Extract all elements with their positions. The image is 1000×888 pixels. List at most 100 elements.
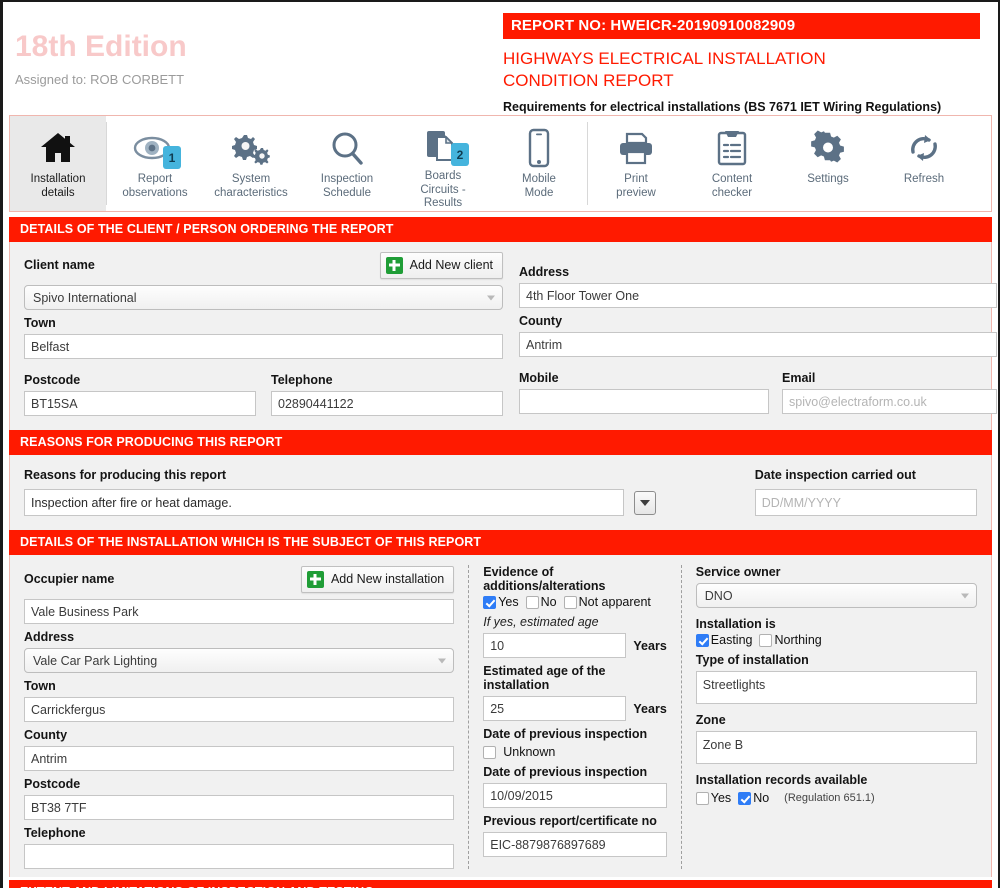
tab-label: Report observations xyxy=(119,173,190,200)
boards-circuits-icon: 2 xyxy=(421,126,465,167)
installation-county-input[interactable]: Antrim xyxy=(24,746,454,771)
prev-inspection-unknown-text: Unknown xyxy=(503,745,555,759)
tab-mobile-mode[interactable]: Mobile Mode xyxy=(491,116,587,211)
client-name-select[interactable]: Spivo International xyxy=(24,285,503,310)
checkbox-icon[interactable] xyxy=(483,746,496,759)
tab-label-line2: checker xyxy=(712,187,752,201)
reasons-dropdown-button[interactable] xyxy=(634,491,656,515)
installation-address-select[interactable]: Vale Car Park Lighting xyxy=(24,648,454,673)
prev-inspection-date-label: Date of previous inspection xyxy=(483,765,667,779)
add-new-installation-label: Add New installation xyxy=(331,572,444,586)
evidence-option-not-apparent[interactable]: Not apparent xyxy=(564,595,651,609)
checkbox-icon[interactable] xyxy=(759,634,772,647)
evidence-option-yes-label: Yes xyxy=(498,595,518,609)
installation-is-easting-label: Easting xyxy=(711,633,753,647)
installation-county-value: Antrim xyxy=(31,752,67,766)
main-toolbar: Installation details 1 Report observatio… xyxy=(9,115,992,212)
tab-label-line1: Mobile xyxy=(522,173,556,187)
prev-inspection-date-input[interactable]: 10/09/2015 xyxy=(483,783,667,808)
tab-settings[interactable]: Settings xyxy=(780,116,876,211)
section-header-client: DETAILS OF THE CLIENT / PERSON ORDERING … xyxy=(9,217,992,242)
header-right: REPORT NO: HWEICR-20190910082909 HIGHWAY… xyxy=(503,13,980,114)
records-available-no[interactable]: No xyxy=(738,791,769,805)
checkbox-icon[interactable] xyxy=(696,792,709,805)
tab-system-characteristics[interactable]: System characteristics xyxy=(203,116,299,211)
tab-refresh[interactable]: Refresh xyxy=(876,116,972,211)
checkbox-icon[interactable] xyxy=(483,596,496,609)
records-available-options: Yes No (Regulation 651.1) xyxy=(696,791,977,805)
if-yes-estimated-age-label: If yes, estimated age xyxy=(483,615,667,629)
add-new-client-button[interactable]: Add New client xyxy=(380,252,503,279)
chevron-down-icon xyxy=(640,500,650,506)
prev-inspection-unknown-label: Date of previous inspection xyxy=(483,727,667,741)
records-available-label: Installation records available xyxy=(696,773,977,787)
section-header-extent: EXTENT AND LIMITATIONS OF INSPECTION AND… xyxy=(9,880,992,888)
tab-label: Boards Circuits - Results xyxy=(417,170,468,211)
occupier-name-input[interactable]: Vale Business Park xyxy=(24,599,454,624)
installation-telephone-input[interactable] xyxy=(24,844,454,869)
type-of-installation-input[interactable]: Streetlights xyxy=(696,671,977,704)
client-county-input[interactable]: Antrim xyxy=(519,332,997,357)
tab-label-line1: Settings xyxy=(807,173,849,187)
client-email-label: Email xyxy=(782,371,997,385)
client-telephone-input[interactable]: 02890441122 xyxy=(271,391,503,416)
client-mobile-input[interactable] xyxy=(519,389,769,414)
add-new-installation-button[interactable]: Add New installation xyxy=(301,566,454,593)
client-postcode-value: BT15SA xyxy=(31,397,78,411)
tab-label-line2: Circuits - xyxy=(420,184,465,198)
client-address-input[interactable]: 4th Floor Tower One xyxy=(519,283,997,308)
tab-inspection-schedule[interactable]: Inspection Schedule xyxy=(299,116,395,211)
magnifier-icon xyxy=(328,126,366,170)
records-available-yes-label: Yes xyxy=(711,791,731,805)
prev-certificate-no-input[interactable]: EIC-8879876897689 xyxy=(483,832,667,857)
evidence-option-yes[interactable]: Yes xyxy=(483,595,518,609)
checkbox-icon[interactable] xyxy=(696,634,709,647)
checkbox-icon[interactable] xyxy=(738,792,751,805)
chevron-down-icon xyxy=(438,658,446,663)
tab-label-line2: Mode xyxy=(522,187,556,201)
tab-label-line2: details xyxy=(31,187,86,201)
checkbox-icon[interactable] xyxy=(564,596,577,609)
chevron-down-icon xyxy=(961,593,969,598)
evidence-additions-label: Evidence of additions/alterations xyxy=(483,565,667,593)
estimated-age-input[interactable]: 25 xyxy=(483,696,626,721)
tab-print-preview[interactable]: Print preview xyxy=(588,116,684,211)
tab-label: Settings xyxy=(804,173,852,187)
installation-panel: Occupier name Add New installation Vale … xyxy=(9,555,992,877)
tab-label: Refresh xyxy=(901,173,947,187)
prev-inspection-unknown-option[interactable]: Unknown xyxy=(483,745,555,759)
reasons-input[interactable]: Inspection after fire or heat damage. xyxy=(24,489,624,516)
client-county-label: County xyxy=(519,314,997,328)
service-owner-select[interactable]: DNO xyxy=(696,583,977,608)
client-town-input[interactable]: Belfast xyxy=(24,334,503,359)
checkbox-icon[interactable] xyxy=(526,596,539,609)
installation-postcode-input[interactable]: BT38 7TF xyxy=(24,795,454,820)
evidence-option-no[interactable]: No xyxy=(526,595,557,609)
installation-is-northing[interactable]: Northing xyxy=(759,633,821,647)
prev-inspection-date-value: 10/09/2015 xyxy=(490,789,553,803)
prev-certificate-no-value: EIC-8879876897689 xyxy=(490,838,605,852)
occupier-name-label: Occupier name xyxy=(24,572,114,586)
reasons-panel: Reasons for producing this report Inspec… xyxy=(9,455,992,530)
tab-installation-details[interactable]: Installation details xyxy=(10,116,106,211)
installation-town-input[interactable]: Carrickfergus xyxy=(24,697,454,722)
date-inspection-input[interactable]: DD/MM/YYYY xyxy=(755,489,977,516)
evidence-additions-options: Yes No Not apparent xyxy=(483,595,667,609)
installation-is-label: Installation is xyxy=(696,617,977,631)
assigned-to-label: Assigned to: ROB CORBETT xyxy=(15,72,187,87)
estimated-age-value: 25 xyxy=(490,702,504,716)
if-yes-estimated-age-input[interactable]: 10 xyxy=(483,633,626,658)
client-town-value: Belfast xyxy=(31,340,69,354)
client-address-label: Address xyxy=(519,265,997,279)
installation-is-easting[interactable]: Easting xyxy=(696,633,753,647)
printer-icon xyxy=(616,126,656,170)
tab-content-checker[interactable]: Content checker xyxy=(684,116,780,211)
records-available-yes[interactable]: Yes xyxy=(696,791,731,805)
zone-input[interactable]: Zone B xyxy=(696,731,977,764)
tab-badge: 1 xyxy=(163,146,181,169)
tab-boards-circuits-results[interactable]: 2 Boards Circuits - Results xyxy=(395,116,491,211)
installation-telephone-label: Telephone xyxy=(24,826,454,840)
client-postcode-input[interactable]: BT15SA xyxy=(24,391,256,416)
tab-report-observations[interactable]: 1 Report observations xyxy=(107,116,203,211)
client-email-input[interactable]: spivo@electraform.co.uk xyxy=(782,389,997,414)
